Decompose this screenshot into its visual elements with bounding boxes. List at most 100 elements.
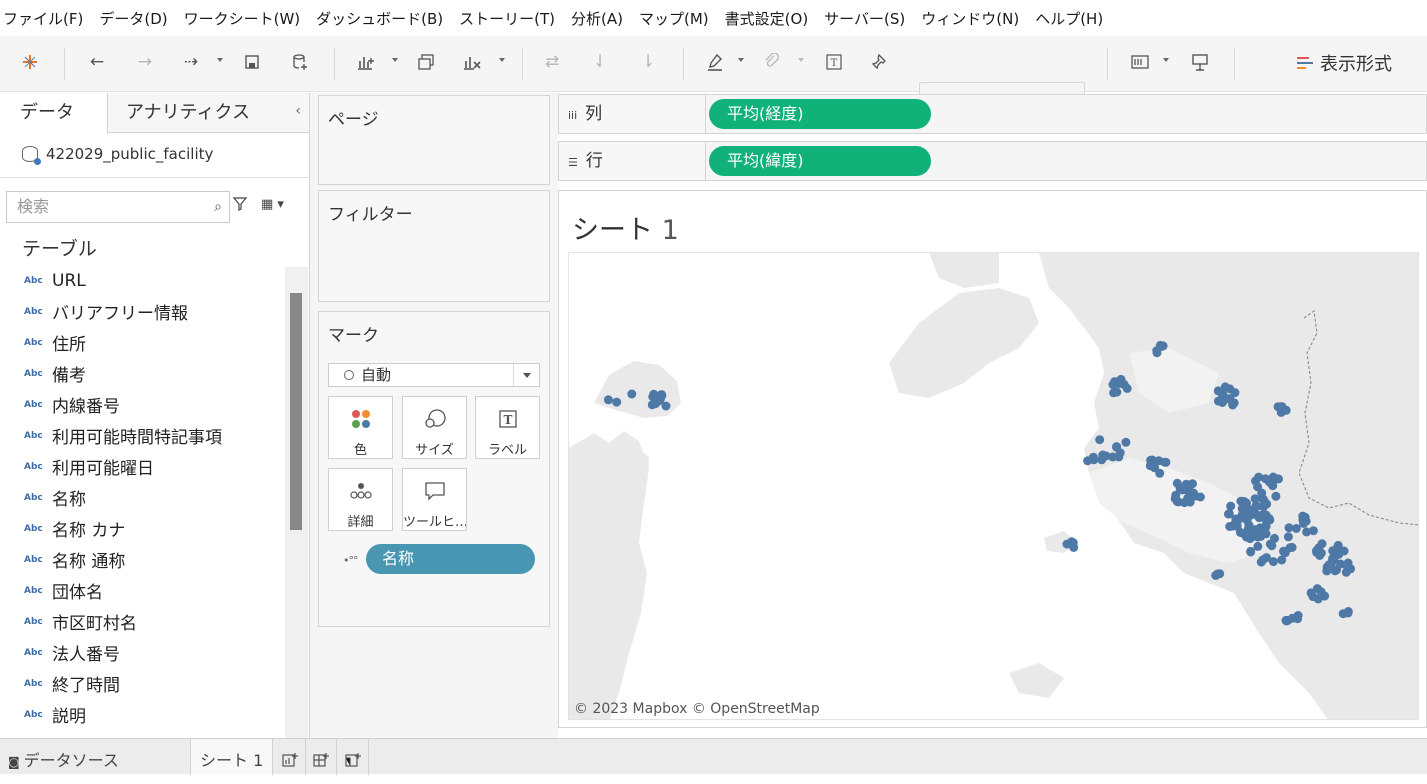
facility-point[interactable]	[1232, 518, 1242, 527]
columns-shelf[interactable]: iii 列 平均(経度)	[558, 94, 1427, 134]
facility-point[interactable]	[1324, 560, 1334, 570]
facility-point[interactable]	[1160, 457, 1170, 467]
facility-point[interactable]	[1214, 396, 1223, 406]
facility-point[interactable]	[1108, 380, 1118, 390]
facility-point[interactable]	[1268, 481, 1278, 491]
sort-descending-icon[interactable]: ⇂	[636, 50, 660, 74]
facility-point[interactable]	[1257, 510, 1267, 520]
facility-point[interactable]	[1256, 557, 1266, 567]
field-item[interactable]: Abc URL	[0, 265, 284, 296]
chevron-down-icon[interactable]	[513, 364, 539, 386]
new-dashboard-tab-icon[interactable]	[312, 751, 330, 769]
facility-point[interactable]	[1339, 546, 1349, 556]
facility-point[interactable]	[1121, 437, 1131, 447]
facility-point[interactable]	[1328, 546, 1338, 556]
facility-point[interactable]	[1273, 402, 1283, 412]
new-worksheet-icon[interactable]	[354, 50, 378, 74]
facility-point[interactable]	[603, 395, 613, 405]
show-me-button[interactable]: 表示形式	[1297, 50, 1392, 76]
facility-point[interactable]	[1224, 509, 1233, 519]
facility-point[interactable]	[1147, 455, 1157, 465]
facility-point[interactable]	[1298, 511, 1308, 521]
field-item[interactable]: Abc 名称 通称	[0, 544, 284, 575]
facility-point[interactable]	[649, 389, 659, 399]
field-item[interactable]: Abc 名称	[0, 482, 284, 513]
facility-point[interactable]	[1095, 435, 1105, 445]
facility-point[interactable]	[1308, 592, 1318, 602]
fix-axes-icon[interactable]	[868, 50, 892, 74]
menu-map[interactable]: マップ(M)	[639, 8, 709, 29]
facility-point[interactable]	[1251, 528, 1261, 538]
facility-point[interactable]	[1261, 521, 1271, 531]
field-item[interactable]: Abc 利用可能時間特記事項	[0, 420, 284, 451]
facility-point[interactable]	[1101, 451, 1111, 461]
new-datasource-icon[interactable]	[288, 50, 312, 74]
facility-point[interactable]	[1283, 532, 1293, 542]
facility-point[interactable]	[1220, 382, 1230, 392]
field-item[interactable]: Abc 備考	[0, 358, 284, 389]
facility-point[interactable]	[1116, 374, 1126, 384]
menu-data[interactable]: データ(D)	[99, 8, 167, 29]
facility-point[interactable]	[1293, 614, 1303, 624]
undo-icon[interactable]: ←	[85, 50, 109, 74]
field-item[interactable]: Abc 終了時間	[0, 668, 284, 699]
facility-point[interactable]	[1225, 394, 1235, 404]
detail-pill[interactable]: 名称	[366, 544, 535, 574]
group-icon[interactable]	[760, 50, 784, 74]
field-item[interactable]: Abc 団体名	[0, 575, 284, 606]
facility-point[interactable]	[1242, 532, 1251, 542]
map-attribution[interactable]: © 2023 Mapbox © OpenStreetMap	[574, 701, 820, 717]
menu-dashboard[interactable]: ダッシュボード(B)	[316, 8, 443, 29]
facility-point[interactable]	[1271, 491, 1281, 501]
facility-point[interactable]	[1152, 346, 1162, 356]
facility-point[interactable]	[1213, 569, 1222, 579]
clear-sheet-icon[interactable]	[460, 50, 484, 74]
rows-shelf[interactable]: ☰ 行 平均(緯度)	[558, 141, 1427, 181]
field-item[interactable]: Abc 住所	[0, 327, 284, 358]
facility-point[interactable]	[1277, 555, 1287, 565]
menu-format[interactable]: 書式設定(O)	[725, 8, 809, 29]
datasource-item[interactable]: 422029_public_facility	[22, 145, 213, 165]
facility-point[interactable]	[661, 401, 671, 411]
facility-point[interactable]	[1237, 504, 1247, 514]
sheet-title[interactable]: シート 1	[572, 208, 679, 247]
field-item[interactable]: Abc 名称 カナ	[0, 513, 284, 544]
tab-sheet-1[interactable]: シート 1	[190, 739, 273, 775]
menu-file[interactable]: ファイル(F)	[3, 8, 83, 29]
facility-point[interactable]	[1062, 539, 1072, 549]
new-worksheet-tab-icon[interactable]	[281, 751, 299, 769]
facility-point[interactable]	[1320, 591, 1330, 601]
facility-point[interactable]	[612, 397, 622, 407]
facility-point[interactable]	[1122, 383, 1132, 393]
show-labels-icon[interactable]: T	[822, 50, 846, 74]
field-item[interactable]: Abc 内線番号	[0, 389, 284, 420]
field-item[interactable]: Abc 市区町村名	[0, 606, 284, 637]
facility-point[interactable]	[1268, 472, 1278, 482]
facility-point[interactable]	[1343, 608, 1353, 618]
save-icon[interactable]	[240, 50, 264, 74]
scrollbar-thumb[interactable]	[290, 293, 302, 530]
menu-worksheet[interactable]: ワークシート(W)	[184, 8, 301, 29]
facility-point[interactable]	[1195, 492, 1205, 502]
redo-icon[interactable]: →	[133, 50, 157, 74]
filter-icon[interactable]	[232, 197, 248, 215]
facility-point[interactable]	[627, 389, 637, 399]
facility-point[interactable]	[1258, 494, 1268, 504]
pages-card[interactable]: ページ	[318, 95, 550, 185]
menu-server[interactable]: サーバー(S)	[824, 8, 905, 29]
facility-point[interactable]	[1083, 456, 1093, 466]
facility-point[interactable]	[1343, 558, 1353, 568]
menu-analysis[interactable]: 分析(A)	[571, 8, 623, 29]
columns-pill[interactable]: 平均(経度)	[709, 99, 931, 129]
presentation-icon[interactable]	[1188, 50, 1212, 74]
facility-point[interactable]	[1114, 452, 1124, 462]
rows-pill[interactable]: 平均(緯度)	[709, 146, 931, 176]
mark-type-select[interactable]: 自動	[328, 363, 540, 387]
facility-point[interactable]	[1251, 476, 1260, 486]
field-item[interactable]: Abc バリアフリー情報	[0, 296, 284, 327]
search-input[interactable]: 検索 ⌕	[6, 191, 230, 223]
facility-point[interactable]	[1246, 546, 1256, 556]
filters-card[interactable]: フィルター	[318, 190, 550, 302]
show-cards-icon[interactable]	[1128, 50, 1152, 74]
replay-icon[interactable]: ⇢	[179, 50, 203, 74]
